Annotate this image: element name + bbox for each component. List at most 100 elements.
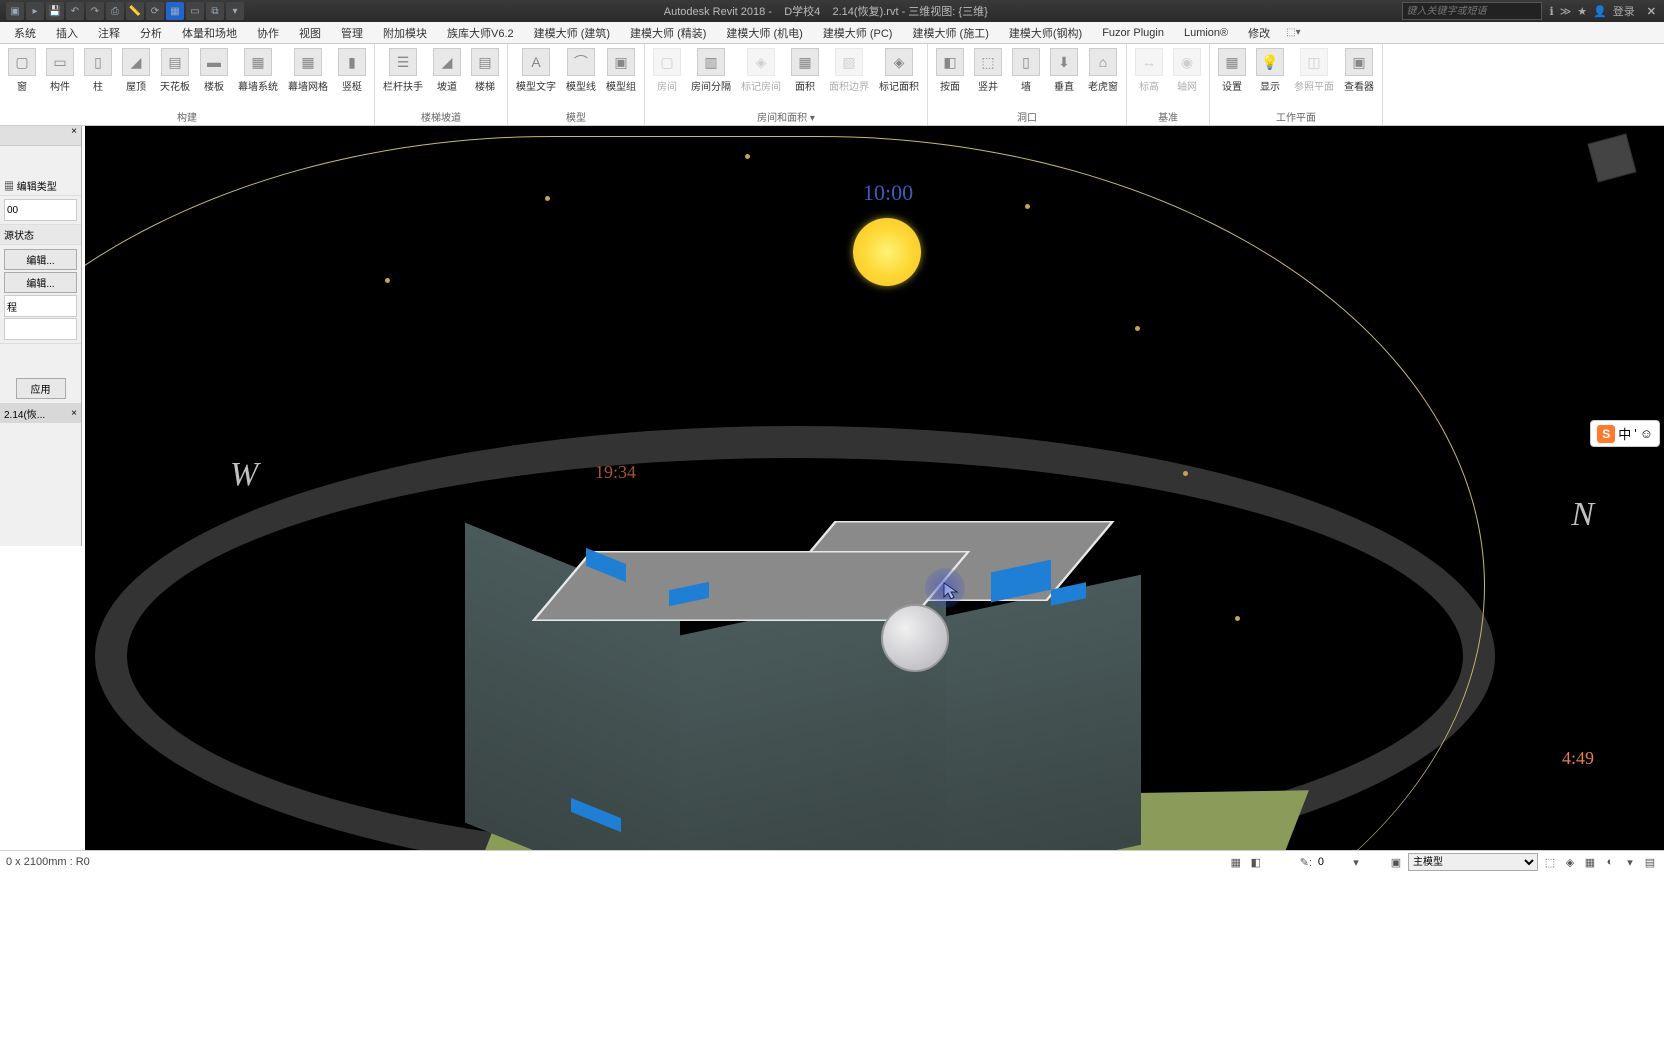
info-icon[interactable]: ℹ bbox=[1550, 5, 1554, 18]
apply-button[interactable]: 应用 bbox=[16, 378, 66, 399]
btn-mullion[interactable]: ▮竖梃 bbox=[334, 46, 370, 108]
ime-emoji-icon[interactable]: ☺ bbox=[1640, 426, 1653, 441]
sb-icon-4[interactable]: ◐ bbox=[1602, 854, 1618, 870]
sun-icon[interactable] bbox=[853, 218, 921, 286]
btn-curtain-sys[interactable]: ▦幕墙系统 bbox=[234, 46, 282, 108]
workset-icon[interactable]: ▦ bbox=[1228, 854, 1244, 870]
title-bar: ▣ ▸ 💾 ↶ ↷ ⎙ 📏 ⟳ ▦ ▭ ⧉ ▾ Autodesk Revit 2… bbox=[0, 0, 1664, 22]
tab-pc-master[interactable]: 建模大师 (PC) bbox=[813, 22, 903, 43]
search-input[interactable] bbox=[1402, 2, 1542, 20]
3d-viewport[interactable]: 10:00 W N 19:34 4:49 bbox=[85, 126, 1664, 850]
panel-tab-label: 2.14(恢... bbox=[4, 406, 45, 421]
star-icon[interactable]: ★ bbox=[1577, 5, 1587, 18]
user-icon[interactable]: 👤 bbox=[1593, 5, 1607, 18]
btn-window[interactable]: ▢窗 bbox=[4, 46, 40, 108]
btn-model-text[interactable]: A模型文字 bbox=[512, 46, 560, 108]
doc-name: 2.14(恢复).rvt - 三维视图: {三维} bbox=[833, 6, 988, 18]
tab-deco-master[interactable]: 建模大师 (精装) bbox=[620, 22, 716, 43]
empty-row[interactable] bbox=[4, 318, 77, 340]
btn-area[interactable]: ▦面积 bbox=[787, 46, 823, 108]
qat-close-hidden-icon[interactable]: ▭ bbox=[186, 2, 204, 20]
tab-insert[interactable]: 插入 bbox=[46, 22, 88, 43]
ribbon-group-build: ▢窗 ▭构件 ▯柱 ◢屋顶 ▤天花板 ▬楼板 ▦幕墙系统 ▦幕墙网格 ▮竖梃 构… bbox=[0, 44, 375, 125]
btn-stair[interactable]: ▤楼梯 bbox=[467, 46, 503, 108]
tab-fuzor[interactable]: Fuzor Plugin bbox=[1092, 22, 1174, 43]
btn-show[interactable]: 💡显示 bbox=[1252, 46, 1288, 108]
sb-icon-6[interactable]: ▤ bbox=[1642, 854, 1658, 870]
panel-doc-tab[interactable]: 2.14(恢... × bbox=[0, 403, 81, 423]
tab-system[interactable]: 系统 bbox=[4, 22, 46, 43]
tab-modify[interactable]: 修改 bbox=[1238, 22, 1280, 43]
qat-sync-icon[interactable]: ⟳ bbox=[146, 2, 164, 20]
qat-undo-icon[interactable]: ↶ bbox=[66, 2, 84, 20]
tab-const-master[interactable]: 建模大师 (施工) bbox=[902, 22, 998, 43]
view-cube[interactable] bbox=[1592, 138, 1652, 198]
btn-viewer[interactable]: ▣查看器 bbox=[1340, 46, 1378, 108]
btn-curtain-grid[interactable]: ▦幕墙网格 bbox=[284, 46, 332, 108]
btn-model-line[interactable]: ⌒模型线 bbox=[562, 46, 600, 108]
btn-room-sep[interactable]: ▥房间分隔 bbox=[687, 46, 735, 108]
tab-view[interactable]: 视图 bbox=[289, 22, 331, 43]
btn-vertical[interactable]: ⬇垂直 bbox=[1046, 46, 1082, 108]
qat-dropdown-icon[interactable]: ▾ bbox=[226, 2, 244, 20]
tab-steel-master[interactable]: 建模大师(钢构) bbox=[999, 22, 1092, 43]
edit-type-btn[interactable]: 编辑类型 bbox=[17, 182, 57, 193]
btn-wall-open[interactable]: ▯墙 bbox=[1008, 46, 1044, 108]
qat-home-icon[interactable]: ▣ bbox=[6, 2, 24, 20]
tab-collab[interactable]: 协作 bbox=[247, 22, 289, 43]
tab-massing[interactable]: 体量和场地 bbox=[172, 22, 247, 43]
sb-icon-2[interactable]: ◈ bbox=[1562, 854, 1578, 870]
btn-railing[interactable]: ☰栏杆扶手 bbox=[379, 46, 427, 108]
tab-addins[interactable]: 附加模块 bbox=[373, 22, 437, 43]
btn-column[interactable]: ▯柱 bbox=[80, 46, 116, 108]
comm-icon[interactable]: ≫ bbox=[1560, 5, 1572, 18]
btn-roof[interactable]: ◢屋顶 bbox=[118, 46, 154, 108]
btn-component[interactable]: ▭构件 bbox=[42, 46, 78, 108]
prop-value-row[interactable]: 00 bbox=[4, 199, 77, 221]
btn-tag-area[interactable]: ◈标记面积 bbox=[875, 46, 923, 108]
sun-time-label: 10:00 bbox=[863, 180, 913, 206]
qat-open-icon[interactable]: ▸ bbox=[26, 2, 44, 20]
prog-row: 程 bbox=[4, 295, 77, 317]
btn-ceiling[interactable]: ▤天花板 bbox=[156, 46, 194, 108]
sb-icon-1[interactable]: ⬚ bbox=[1542, 854, 1558, 870]
btn-shaft[interactable]: ⬚竖井 bbox=[970, 46, 1006, 108]
sb-icon-3[interactable]: ▦ bbox=[1582, 854, 1598, 870]
sb-icon-5[interactable]: ▾ bbox=[1622, 854, 1638, 870]
model-icon[interactable]: ▣ bbox=[1388, 854, 1404, 870]
btn-dormer[interactable]: ⌂老虎窗 bbox=[1084, 46, 1122, 108]
login-button[interactable]: 登录 bbox=[1613, 3, 1635, 19]
btn-model-group[interactable]: ▣模型组 bbox=[602, 46, 640, 108]
edit-btn-2[interactable]: 编辑... bbox=[4, 272, 77, 293]
design-option-icon[interactable]: ◧ bbox=[1248, 854, 1264, 870]
tab-family[interactable]: 族库大师V6.2 bbox=[437, 22, 524, 43]
qat-print-icon[interactable]: ⎙ bbox=[106, 2, 124, 20]
btn-ramp[interactable]: ◢坡道 bbox=[429, 46, 465, 108]
tab-annotate[interactable]: 注释 bbox=[88, 22, 130, 43]
filter-icon[interactable]: ▾ bbox=[1348, 854, 1364, 870]
tab-lumion[interactable]: Lumion® bbox=[1174, 22, 1238, 43]
ime-badge[interactable]: S 中 ' ☺ bbox=[1590, 420, 1660, 447]
btn-floor[interactable]: ▬楼板 bbox=[196, 46, 232, 108]
properties-panel: × ▦ 编辑类型 00 源状态 编辑... 编辑... 程 应用 2.14(恢.… bbox=[0, 126, 82, 546]
tab-analyze[interactable]: 分析 bbox=[130, 22, 172, 43]
tab-overflow-icon[interactable]: ⬚▾ bbox=[1286, 27, 1300, 38]
qat-measure-icon[interactable]: 📏 bbox=[126, 2, 144, 20]
tab-manage[interactable]: 管理 bbox=[331, 22, 373, 43]
qat-thin-lines-icon[interactable]: ▦ bbox=[166, 2, 184, 20]
main-model-select[interactable]: 主模型 bbox=[1408, 853, 1538, 871]
panel-close-btn[interactable]: × bbox=[0, 126, 81, 146]
building-model[interactable] bbox=[451, 336, 1151, 850]
qat-switch-icon[interactable]: ⧉ bbox=[206, 2, 224, 20]
panel-tab-close-icon[interactable]: × bbox=[71, 408, 77, 419]
tab-mep-master[interactable]: 建模大师 (机电) bbox=[716, 22, 812, 43]
btn-set[interactable]: ▦设置 bbox=[1214, 46, 1250, 108]
qat-redo-icon[interactable]: ↷ bbox=[86, 2, 104, 20]
ime-punct[interactable]: ' bbox=[1634, 426, 1636, 441]
btn-by-face[interactable]: ◧按面 bbox=[932, 46, 968, 108]
tab-arch-master[interactable]: 建模大师 (建筑) bbox=[524, 22, 620, 43]
ime-lang[interactable]: 中 bbox=[1618, 424, 1631, 443]
qat-save-icon[interactable]: 💾 bbox=[46, 2, 64, 20]
app-x-icon[interactable]: ✕ bbox=[1647, 5, 1656, 18]
edit-btn-1[interactable]: 编辑... bbox=[4, 249, 77, 270]
